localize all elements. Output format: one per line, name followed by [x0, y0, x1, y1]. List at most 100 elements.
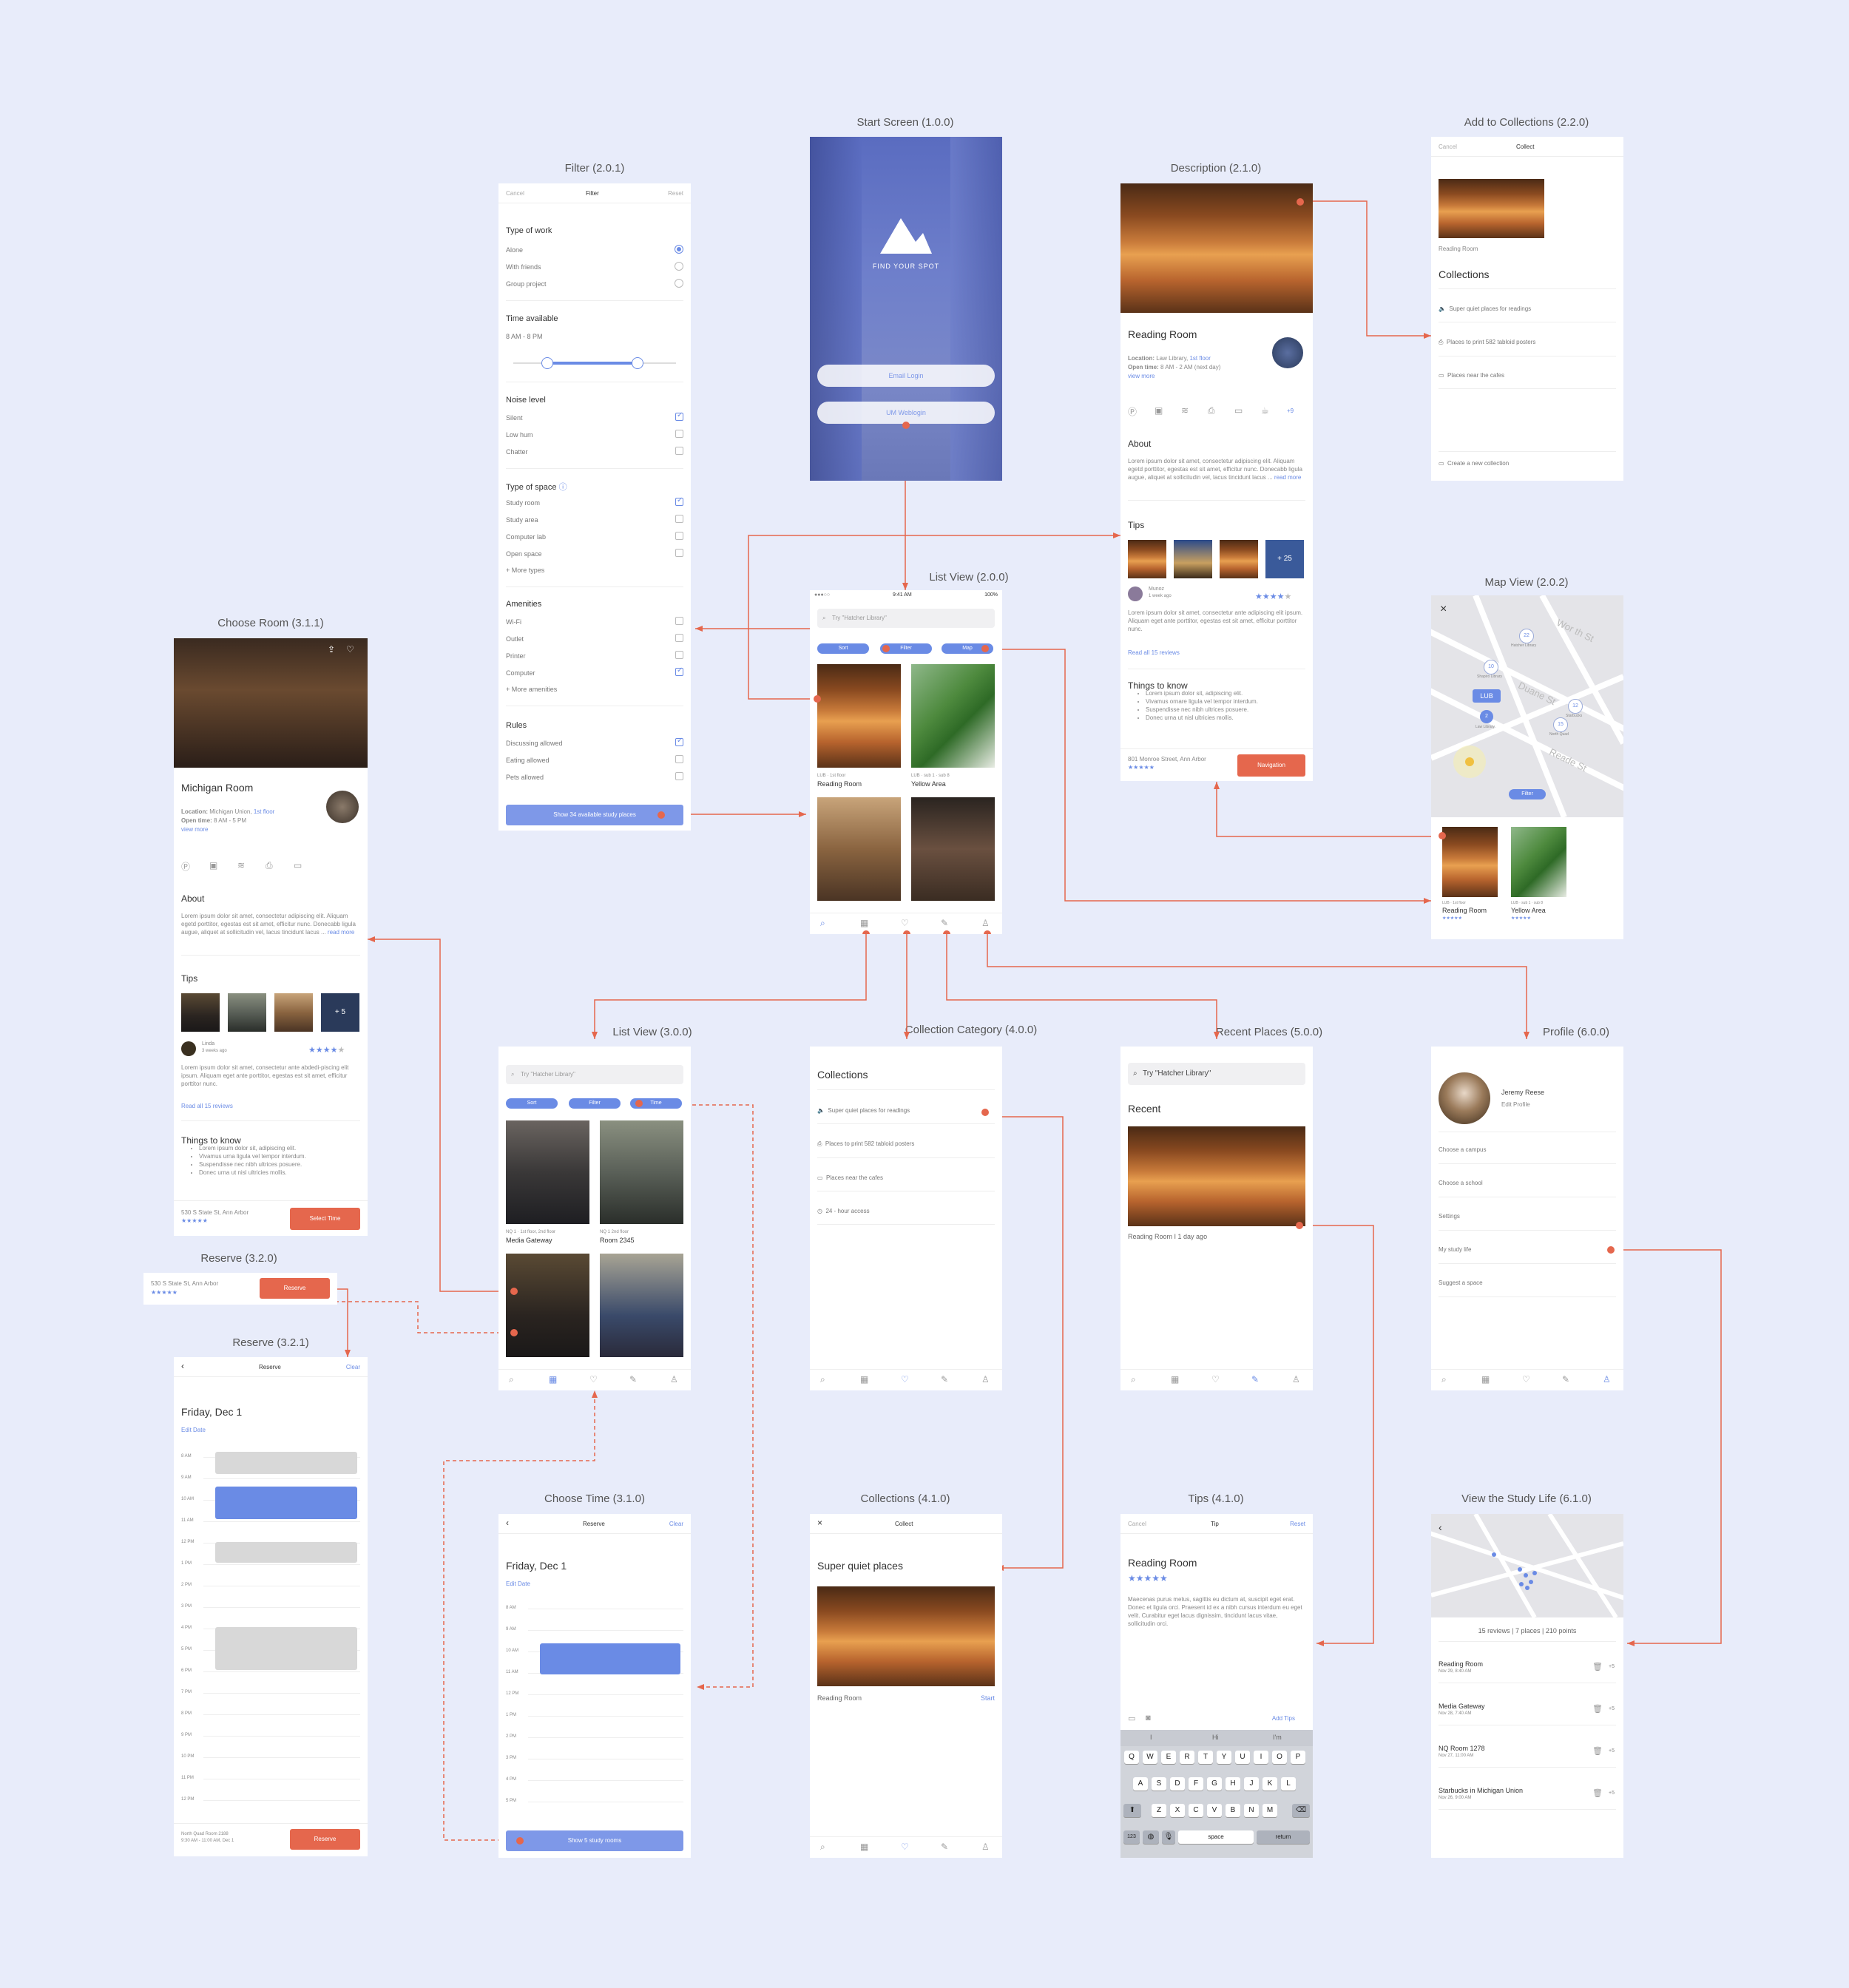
collection-item[interactable]: ◷ 24 - hour access — [817, 1208, 995, 1214]
close-icon[interactable]: × — [817, 1518, 822, 1528]
profile-menu-item[interactable]: Choose a school — [1439, 1180, 1616, 1186]
key[interactable]: M — [1262, 1804, 1277, 1817]
checkbox-outlet[interactable] — [675, 634, 683, 642]
tab-pencil-icon[interactable]: ✎ — [941, 918, 948, 928]
key[interactable]: C — [1189, 1804, 1203, 1817]
recent-place-photo[interactable] — [1128, 1126, 1305, 1226]
checkbox-silent[interactable] — [675, 411, 683, 421]
more-tips-button[interactable]: + 25 — [1265, 540, 1304, 578]
time-slider-handle[interactable] — [541, 357, 553, 369]
key[interactable]: F — [1189, 1777, 1203, 1791]
study-life-map[interactable] — [1431, 1514, 1623, 1619]
map-place-card-image[interactable] — [1442, 827, 1498, 897]
trash-icon[interactable]: 🗑 — [1592, 1746, 1603, 1756]
collection-item[interactable]: ▭ Places near the cafes — [817, 1174, 995, 1181]
key[interactable]: H — [1226, 1777, 1240, 1791]
tip-photo[interactable] — [1220, 540, 1258, 578]
search-input[interactable]: ⌕ Try "Hatcher Library" — [817, 609, 995, 628]
edit-date-link[interactable]: Edit Date — [181, 1427, 206, 1433]
card-title[interactable]: Reading Room — [817, 780, 862, 788]
view-more-link[interactable]: view more — [1128, 373, 1155, 379]
radio-alone[interactable] — [675, 245, 683, 254]
collection-place-photo[interactable] — [817, 1586, 995, 1686]
key[interactable]: N — [1244, 1804, 1259, 1817]
search-input[interactable]: ⌕ Try "Hatcher Library" — [1128, 1063, 1305, 1085]
key[interactable]: G — [1207, 1777, 1222, 1791]
share-icon[interactable]: ⇪ — [328, 644, 335, 655]
tab-heart-icon[interactable]: ♡ — [901, 1374, 909, 1384]
key[interactable]: W — [1143, 1751, 1157, 1764]
key[interactable]: O — [1272, 1751, 1287, 1764]
read-more-link[interactable]: read more — [1274, 474, 1301, 481]
key[interactable]: E — [1161, 1751, 1176, 1764]
camera-icon[interactable]: ◙ — [1146, 1714, 1151, 1722]
return-key[interactable]: return — [1257, 1830, 1310, 1844]
back-icon[interactable]: ‹ — [181, 1361, 184, 1371]
map-marker[interactable]: 22 — [1519, 629, 1534, 643]
suggestion[interactable]: Hi — [1212, 1734, 1219, 1741]
checkbox-computer-lab[interactable] — [675, 532, 683, 540]
read-more-link[interactable]: read more — [328, 929, 354, 936]
reserve-confirm-button[interactable]: Reserve — [290, 1829, 360, 1850]
map-marker[interactable]: 2 — [1480, 710, 1493, 723]
suggestion[interactable]: I — [1150, 1734, 1152, 1741]
filter-reset-button[interactable]: Reset — [668, 190, 683, 197]
place-card-image[interactable] — [817, 797, 901, 901]
tip-photo[interactable] — [181, 993, 220, 1032]
more-types-link[interactable]: + More types — [506, 567, 683, 574]
key[interactable]: V — [1207, 1804, 1222, 1817]
card-title[interactable]: Yellow Area — [1511, 907, 1546, 914]
trash-icon[interactable]: 🗑 — [1592, 1704, 1603, 1714]
add-tips-button[interactable]: Add Tips — [1272, 1715, 1295, 1722]
search-input[interactable]: ⌕ Try "Hatcher Library" — [506, 1065, 683, 1084]
mic-key-icon[interactable]: 🎙 — [1162, 1830, 1175, 1844]
more-amenities-link[interactable]: + More amenities — [506, 686, 683, 693]
checkbox-discussing[interactable] — [675, 737, 683, 746]
sort-button[interactable]: Sort — [506, 1098, 558, 1109]
collection-item[interactable]: ▭ Places near the cafes — [1439, 372, 1616, 379]
tab-heart-icon[interactable]: ♡ — [1211, 1374, 1220, 1384]
checkbox-wifi[interactable] — [675, 617, 683, 625]
profile-menu-item[interactable]: Choose a campus — [1439, 1146, 1616, 1153]
clear-button[interactable]: Clear — [346, 1364, 360, 1370]
tab-search-icon[interactable]: ⌕ — [1441, 1374, 1447, 1385]
tab-search-icon[interactable]: ⌕ — [509, 1374, 514, 1385]
tab-calendar-icon[interactable]: ▦ — [860, 918, 868, 928]
checkbox-low-hum[interactable] — [675, 430, 683, 438]
start-button[interactable]: Start — [981, 1694, 995, 1702]
show-places-button[interactable]: Show 34 available study places — [506, 805, 683, 825]
close-map-icon[interactable]: × — [1440, 603, 1447, 616]
checkbox-open-space[interactable] — [675, 549, 683, 557]
profile-menu-item[interactable]: Settings — [1439, 1213, 1616, 1220]
trash-icon[interactable]: 🗑 — [1592, 1662, 1603, 1671]
globe-key-icon[interactable]: ◍ — [1143, 1830, 1159, 1844]
tab-profile-icon[interactable]: ♙ — [1292, 1374, 1300, 1384]
reset-button[interactable]: Reset — [1290, 1521, 1305, 1527]
cancel-button[interactable]: Cancel — [1439, 143, 1457, 150]
tab-pencil-icon[interactable]: ✎ — [941, 1374, 948, 1384]
collection-item[interactable]: ⎙ Places to print 582 tabloid posters — [817, 1140, 995, 1148]
tab-profile-icon[interactable]: ♙ — [981, 1374, 990, 1384]
checkbox-pets[interactable] — [675, 772, 683, 780]
place-card-image[interactable] — [600, 1254, 683, 1357]
tab-pencil-icon[interactable]: ✎ — [1562, 1374, 1569, 1384]
select-time-button[interactable]: Select Time — [290, 1208, 360, 1230]
map-marker-selected[interactable]: LUB — [1473, 689, 1501, 703]
map-filter-button[interactable]: Filter — [1509, 789, 1546, 799]
tab-heart-icon[interactable]: ♡ — [589, 1374, 598, 1384]
heart-icon[interactable]: ♡ — [346, 644, 354, 655]
collection-item[interactable]: 🔈 Super quiet places for readings — [817, 1107, 995, 1114]
collection-item[interactable]: ⎙ Places to print 582 tabloid posters — [1439, 339, 1616, 346]
tab-profile-icon[interactable]: ♙ — [981, 918, 990, 928]
time-slot-selected[interactable] — [540, 1643, 680, 1674]
cancel-button[interactable]: Cancel — [1128, 1521, 1146, 1527]
tab-calendar-icon[interactable]: ▦ — [1171, 1374, 1179, 1384]
key[interactable]: Z — [1152, 1804, 1166, 1817]
more-amenities-count[interactable]: +9 — [1287, 408, 1294, 414]
checkbox-eating[interactable] — [675, 755, 683, 763]
email-login-button[interactable]: Email Login — [817, 365, 995, 387]
place-card-image[interactable] — [506, 1254, 589, 1357]
checkbox-study-room[interactable] — [675, 496, 683, 506]
key[interactable]: K — [1262, 1777, 1277, 1791]
back-icon[interactable]: ‹ — [1439, 1521, 1442, 1533]
